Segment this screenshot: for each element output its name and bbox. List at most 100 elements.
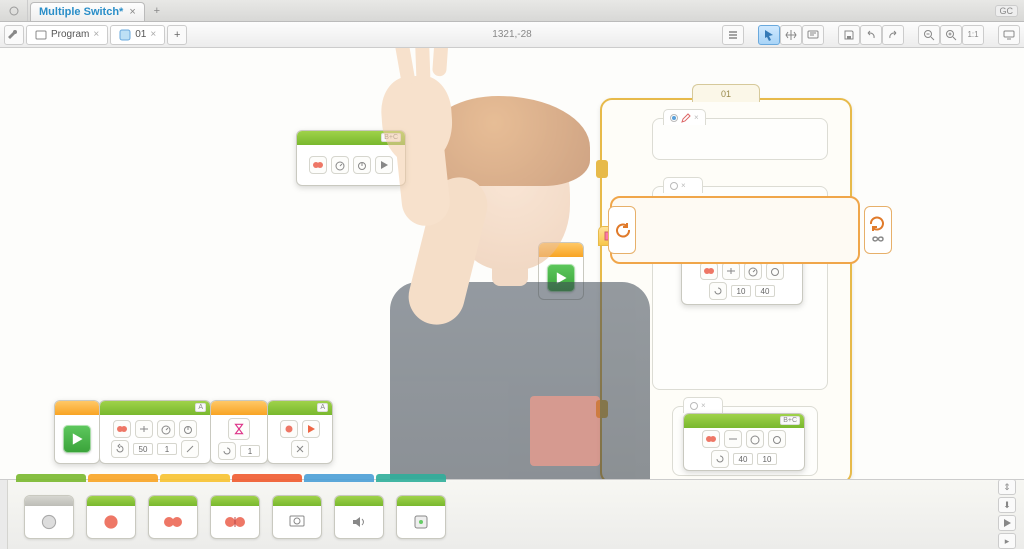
- gauge-icon: [331, 156, 349, 174]
- motor-stop-block[interactable]: A: [267, 400, 333, 464]
- zoom-fit-icon: 1:1: [967, 30, 978, 39]
- switch-case-3[interactable]: × B+C: [672, 406, 818, 476]
- timer-icon: [353, 156, 371, 174]
- timer-icon: [179, 420, 197, 438]
- zoom-out-button[interactable]: [918, 25, 940, 45]
- close-icon[interactable]: ×: [701, 401, 706, 410]
- case-tab[interactable]: ×: [663, 177, 703, 193]
- project-tab-active[interactable]: Multiple Switch* ×: [30, 2, 145, 21]
- pointer-icon: [763, 29, 775, 41]
- port-label: B+C: [780, 416, 800, 425]
- start-block[interactable]: [54, 400, 100, 464]
- zoom-reset-button[interactable]: 1:1: [962, 25, 984, 45]
- palette-tab-action[interactable]: [16, 474, 86, 482]
- canvas-coordinates: 1321,-28: [492, 29, 531, 40]
- palette-tab-advanced[interactable]: [304, 474, 374, 482]
- gc-badge: GC: [995, 5, 1019, 17]
- move-steering-block[interactable]: A 50 1: [99, 400, 211, 464]
- port-view-button[interactable]: [998, 25, 1020, 45]
- wrench-icon: [8, 29, 20, 41]
- zoom-in-button[interactable]: [940, 25, 962, 45]
- palette-block-move-steering[interactable]: [148, 495, 198, 539]
- palette-block-brick-status-light[interactable]: [396, 495, 446, 539]
- close-icon[interactable]: ×: [150, 29, 156, 40]
- loop-start[interactable]: [608, 206, 636, 254]
- timer-icon: [768, 430, 786, 448]
- palette-tab-myblocks[interactable]: [376, 474, 446, 482]
- close-icon[interactable]: ×: [93, 29, 99, 40]
- download-button[interactable]: ⬇: [998, 497, 1016, 513]
- switch-start-block[interactable]: [538, 242, 584, 300]
- case3-motor-block[interactable]: B+C 40 10: [683, 413, 804, 471]
- case-tab[interactable]: ×: [683, 397, 723, 413]
- palette-block-medium-motor[interactable]: [24, 495, 74, 539]
- port-label: A: [317, 403, 328, 412]
- content-list-button[interactable]: [722, 25, 744, 45]
- undo-icon: [865, 29, 877, 41]
- port-label: A: [195, 403, 206, 412]
- palette-tab-sensor[interactable]: [160, 474, 230, 482]
- param-value[interactable]: 40: [755, 285, 775, 297]
- switch-container[interactable]: 01 3 ×: [600, 98, 852, 479]
- right-toolbar: 1:1: [722, 25, 1020, 45]
- close-icon[interactable]: ×: [694, 113, 699, 122]
- move-steer-icon: [161, 512, 185, 532]
- myblock-icon: [119, 29, 131, 41]
- chevron-up-icon: ⬇: [1003, 500, 1011, 511]
- palette-block-large-motor[interactable]: [86, 495, 136, 539]
- loop-container[interactable]: [610, 196, 860, 264]
- param-value[interactable]: 40: [733, 453, 753, 465]
- palette-block-sound[interactable]: [334, 495, 384, 539]
- loop-icon: [218, 442, 236, 460]
- pan-tool-button[interactable]: [780, 25, 802, 45]
- run-button[interactable]: [998, 515, 1016, 531]
- palette-category-tabs: [0, 474, 1024, 484]
- close-icon[interactable]: ×: [129, 6, 135, 18]
- param-value[interactable]: 10: [757, 453, 777, 465]
- power-value[interactable]: 50: [133, 443, 153, 455]
- palette-tab-flow[interactable]: [88, 474, 158, 482]
- close-icon[interactable]: ×: [681, 181, 686, 190]
- palette-tab-data[interactable]: [232, 474, 302, 482]
- zoom-in-icon: [945, 29, 957, 41]
- loop-end[interactable]: [864, 206, 892, 254]
- gauge-icon: [746, 430, 764, 448]
- redo-button[interactable]: [882, 25, 904, 45]
- add-project-button[interactable]: +: [147, 0, 167, 21]
- sound-icon: [349, 513, 369, 531]
- project-menu-button[interactable]: [0, 0, 28, 21]
- main-sequence[interactable]: A 50 1: [54, 400, 332, 464]
- display-icon: [287, 513, 307, 531]
- param-value[interactable]: 10: [731, 285, 751, 297]
- play-icon: [1002, 518, 1012, 528]
- pointer-tool-button[interactable]: [758, 25, 780, 45]
- palette-block-display[interactable]: [272, 495, 322, 539]
- hourglass-icon: [228, 418, 250, 440]
- run-selected-button[interactable]: ▸: [998, 533, 1016, 549]
- undo-button[interactable]: [860, 25, 882, 45]
- monitor-icon: [1003, 29, 1015, 41]
- motor-med-icon: [38, 511, 60, 533]
- project-tab-label: Multiple Switch*: [39, 6, 123, 18]
- comment-tool-button[interactable]: [802, 25, 824, 45]
- switch-case-default[interactable]: ×: [652, 118, 828, 160]
- wait-block[interactable]: 1: [210, 400, 268, 464]
- redo-icon: [887, 29, 899, 41]
- palette-handle[interactable]: [0, 480, 8, 549]
- save-button[interactable]: [838, 25, 860, 45]
- brick-light-icon: [411, 513, 431, 531]
- plus-icon: +: [174, 29, 180, 41]
- radio-icon: [670, 182, 678, 190]
- add-program-button[interactable]: +: [167, 25, 187, 45]
- case-tab[interactable]: ×: [663, 109, 706, 125]
- project-properties-button[interactable]: [4, 25, 24, 45]
- floating-move-block[interactable]: B+C: [296, 130, 405, 186]
- expand-palette-button[interactable]: ⇕: [998, 479, 1016, 495]
- move-tank-icon: [223, 512, 247, 532]
- program-tab-01[interactable]: 01 ×: [110, 25, 165, 45]
- rotations-value[interactable]: 1: [157, 443, 177, 455]
- palette-block-move-tank[interactable]: [210, 495, 260, 539]
- program-tab-program[interactable]: Program ×: [26, 25, 108, 45]
- seconds-value[interactable]: 1: [240, 445, 260, 457]
- program-canvas[interactable]: B+C A: [0, 48, 1024, 479]
